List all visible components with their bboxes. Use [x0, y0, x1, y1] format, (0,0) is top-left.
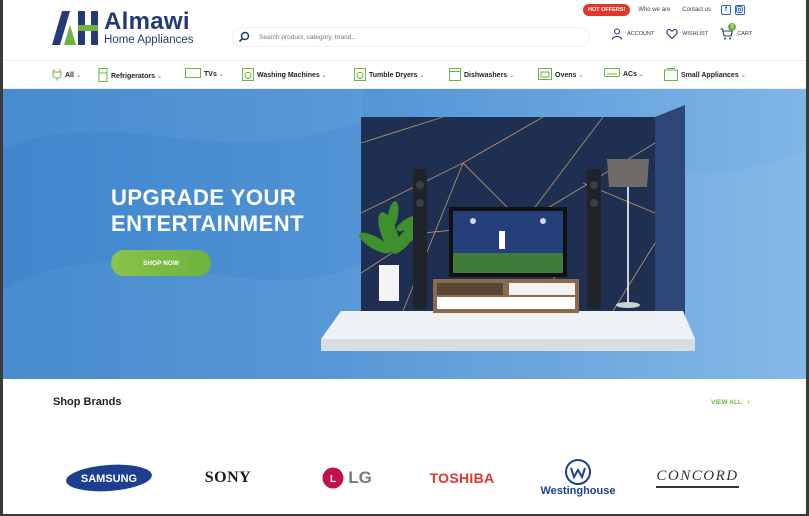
nav-item-small-appliances[interactable]: Small Appliances ⌄ — [664, 68, 746, 83]
living-room-illustration — [321, 105, 695, 351]
hero-headline-line2: ENTERTAINMENT — [111, 211, 305, 236]
nav-item-label: Dishwashers — [464, 72, 508, 79]
nav-item-all[interactable]: All ⌄ — [52, 68, 81, 83]
category-nav: All ⌄ Refrigerators ⌄ TVs ⌄ Washing Machine… — [0, 60, 809, 89]
cart-count-badge: 0 — [728, 23, 737, 31]
brand-samsung-text: SAMSUNG — [81, 473, 137, 485]
nav-item-label: Small Appliances — [681, 72, 739, 79]
nav-item-label: Tumble Dryers — [369, 72, 418, 79]
instagram-icon[interactable] — [734, 4, 745, 15]
nav-item-washing-machines[interactable]: Washing Machines ⌄ — [242, 68, 327, 83]
view-all-label: VIEW ALL — [711, 399, 742, 406]
westinghouse-logo-icon — [565, 459, 591, 485]
user-actions: ACCOUNT WISHLIST 0 CART — [611, 23, 764, 40]
top-links: HOT OFFERS! Who we are Contact us f — [583, 3, 745, 16]
site-logo[interactable]: Almawi Home Appliances — [52, 10, 194, 47]
brand-toshiba-text: TOSHIBA — [429, 470, 495, 486]
nav-item-label: TVs — [204, 71, 217, 78]
brand-toshiba[interactable]: TOSHIBA — [422, 456, 502, 500]
brand-concord-text: CONCORD — [656, 468, 739, 488]
search-bar — [232, 27, 590, 47]
nav-item-tumble-dryers[interactable]: Tumble Dryers ⌄ — [354, 68, 425, 83]
dishwasher-icon — [449, 68, 461, 83]
hot-offers-badge[interactable]: HOT OFFERS! — [583, 3, 631, 16]
plug-icon — [52, 68, 62, 83]
washing-machine-icon — [242, 68, 254, 83]
who-we-are-link[interactable]: Who we are — [638, 7, 670, 13]
brand-sony[interactable]: SONY — [193, 456, 263, 500]
hero-banner: UPGRADE YOUR ENTERTAINMENT SHOP NOW — [3, 89, 806, 379]
nav-item-ovens[interactable]: Ovens ⌄ — [538, 68, 583, 82]
shop-now-button[interactable]: SHOP NOW — [111, 250, 211, 276]
brand-samsung[interactable]: SAMSUNG — [63, 456, 155, 500]
nav-item-refrigerators[interactable]: Refrigerators ⌄ — [98, 68, 162, 84]
tv-icon — [185, 68, 201, 81]
frame-left-edge — [0, 0, 3, 516]
shop-brands-heading: Shop Brands — [53, 396, 122, 408]
brand-westinghouse-text: Westinghouse — [540, 485, 616, 497]
svg-text:L: L — [330, 474, 336, 485]
brand-concord[interactable]: CONCORD — [650, 456, 745, 500]
nav-item-label: Ovens — [555, 71, 577, 79]
oven-icon — [538, 68, 552, 82]
contact-us-link[interactable]: Contact us — [682, 7, 711, 13]
ac-icon — [604, 68, 620, 80]
brand-sony-text: SONY — [204, 469, 252, 486]
wishlist-label: WISHLIST — [682, 31, 709, 37]
brand-westinghouse[interactable]: Westinghouse — [538, 456, 618, 500]
cart-label: CART — [737, 31, 753, 37]
wishlist-button[interactable]: WISHLIST — [666, 28, 708, 40]
logo-name: Almawi — [104, 8, 190, 35]
user-icon — [611, 28, 623, 40]
account-button[interactable]: ACCOUNT — [611, 28, 654, 40]
view-all-brands-link[interactable]: VIEW ALL › — [711, 399, 750, 406]
hero-headline: UPGRADE YOUR ENTERTAINMENT — [111, 185, 304, 237]
nav-item-acs[interactable]: ACs ⌄ — [604, 68, 644, 80]
nav-item-label: ACs — [623, 70, 638, 78]
nav-item-label: Refrigerators — [111, 72, 155, 80]
nav-item-dishwashers[interactable]: Dishwashers ⌄ — [449, 68, 514, 83]
brand-lg[interactable]: L LG — [312, 456, 382, 500]
brand-lg-text: LG — [348, 468, 372, 487]
heart-icon — [666, 28, 678, 40]
cart-button[interactable]: 0 CART — [720, 23, 753, 40]
account-label: ACCOUNT — [627, 31, 655, 37]
hero-headline-line1: UPGRADE YOUR — [111, 185, 297, 210]
logo-subtitle: Home Appliances — [104, 34, 194, 46]
search-input[interactable] — [259, 33, 559, 41]
nav-item-label: All — [65, 72, 74, 79]
dryer-icon — [354, 68, 366, 83]
lg-logo-icon: L — [322, 467, 344, 489]
refrigerator-icon — [98, 68, 108, 84]
facebook-icon[interactable]: f — [720, 4, 731, 15]
nav-item-tvs[interactable]: TVs ⌄ — [185, 68, 224, 81]
site-header: Almawi Home Appliances HOT OFFERS! Who w… — [0, 0, 809, 60]
search-icon[interactable] — [237, 30, 251, 44]
almawi-logo-icon — [52, 11, 98, 46]
chevron-right-icon: › — [747, 399, 750, 406]
small-appliances-icon — [664, 68, 678, 83]
nav-item-label: Washing Machines — [257, 72, 320, 79]
